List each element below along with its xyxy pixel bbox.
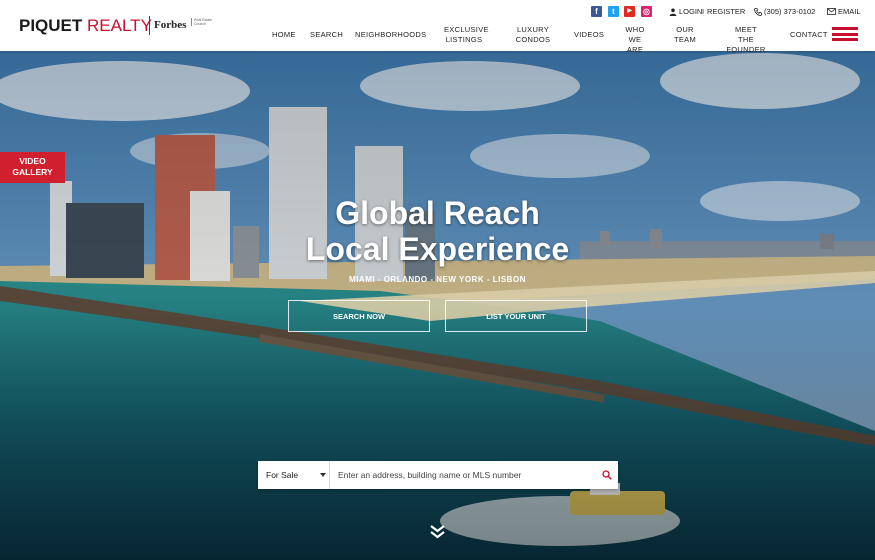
nav-contact[interactable]: CONTACT	[790, 30, 828, 40]
youtube-icon[interactable]: ▶	[624, 6, 635, 17]
hero-headline: Global Reach Local Experience	[0, 195, 875, 267]
nav-meet-the-founder[interactable]: MEET THE FOUNDER	[726, 25, 766, 55]
listing-type-select[interactable]: For Sale	[258, 461, 330, 489]
property-search-bar: For Sale	[258, 461, 618, 489]
nav-videos[interactable]: VIDEOS	[574, 30, 604, 40]
nav-who-label-1: WHO WE	[625, 25, 645, 44]
nav-founder-label-1: MEET THE	[734, 25, 758, 44]
phone-link[interactable]: (305) 373-0102	[764, 7, 815, 16]
nav-contact-label: CONTACT	[790, 30, 828, 39]
facebook-icon[interactable]: f	[591, 6, 602, 17]
hero-section: VIDEO GALLERY Global Reach Local Experie…	[0, 51, 875, 560]
forbes-council-text: Real Estate Council	[191, 18, 214, 26]
nav-neighborhoods[interactable]: NEIGHBORHOODS	[355, 30, 426, 40]
scroll-down-chevron-icon[interactable]	[430, 524, 445, 540]
email-link[interactable]: EMAIL	[838, 7, 861, 16]
site-header: PIQUET REALTY Forbes Real Estate Council…	[0, 0, 875, 54]
hamburger-menu-icon[interactable]	[832, 27, 858, 41]
nav-team-label-2: TEAM	[673, 35, 697, 44]
nav-luxury-label-2: CONDOS	[515, 35, 551, 44]
search-now-button[interactable]: SEARCH NOW	[288, 300, 430, 332]
twitter-icon[interactable]: t	[608, 6, 619, 17]
logo-text-piquet: PIQUET	[19, 16, 83, 35]
nav-search-label: SEARCH	[310, 30, 344, 39]
chevron-down-icon	[320, 473, 326, 477]
nav-neighborhoods-label: NEIGHBORHOODS	[355, 30, 427, 39]
login-register-separator: I	[702, 7, 705, 16]
logo-divider	[149, 16, 150, 35]
nav-home-label: HOME	[272, 30, 296, 39]
register-link[interactable]: REGISTER	[707, 7, 745, 16]
nav-founder-label-2: FOUNDER	[726, 45, 766, 54]
nav-who-we-are[interactable]: WHO WE ARE	[619, 25, 651, 55]
cities-list: MIAMI - ORLANDO - NEW YORK - LISBON	[349, 275, 526, 284]
video-tab-label-1: VIDEO	[19, 156, 46, 166]
nav-our-team[interactable]: OUR TEAM	[673, 25, 697, 45]
list-your-unit-button[interactable]: LIST YOUR UNIT	[445, 300, 587, 332]
video-tab-label-2: GALLERY	[12, 167, 53, 177]
headline-line-2: Local Experience	[305, 231, 570, 267]
nav-exclusive-label-2: LISTINGS	[445, 35, 483, 44]
logo-text-realty: REALTY	[87, 16, 152, 35]
login-link[interactable]: LOGIN	[679, 7, 702, 16]
nav-who-label-2: ARE	[626, 45, 644, 54]
nav-exclusive-label-1: EXCLUSIVE	[444, 25, 489, 34]
phone-icon	[754, 8, 762, 16]
nav-search[interactable]: SEARCH	[310, 30, 343, 40]
nav-luxury-label-1: LUXURY	[516, 25, 550, 34]
headline-line-1: Global Reach	[335, 195, 540, 231]
forbes-logo: Forbes	[154, 19, 187, 31]
search-input[interactable]	[338, 461, 588, 489]
user-icon	[669, 8, 677, 16]
email-icon	[827, 8, 836, 15]
search-icon[interactable]	[602, 470, 612, 480]
listing-type-value: For Sale	[266, 470, 299, 480]
nav-exclusive-listings[interactable]: EXCLUSIVE LISTINGS	[444, 25, 489, 45]
nav-team-label-1: OUR	[676, 25, 694, 34]
piquet-realty-logo[interactable]: PIQUET REALTY	[19, 16, 152, 36]
nav-luxury-condos[interactable]: LUXURY CONDOS	[515, 25, 551, 45]
instagram-icon[interactable]: ◎	[641, 6, 652, 17]
video-gallery-tab[interactable]: VIDEO GALLERY	[0, 152, 65, 183]
nav-videos-label: VIDEOS	[574, 30, 605, 39]
nav-home[interactable]: HOME	[272, 30, 296, 40]
